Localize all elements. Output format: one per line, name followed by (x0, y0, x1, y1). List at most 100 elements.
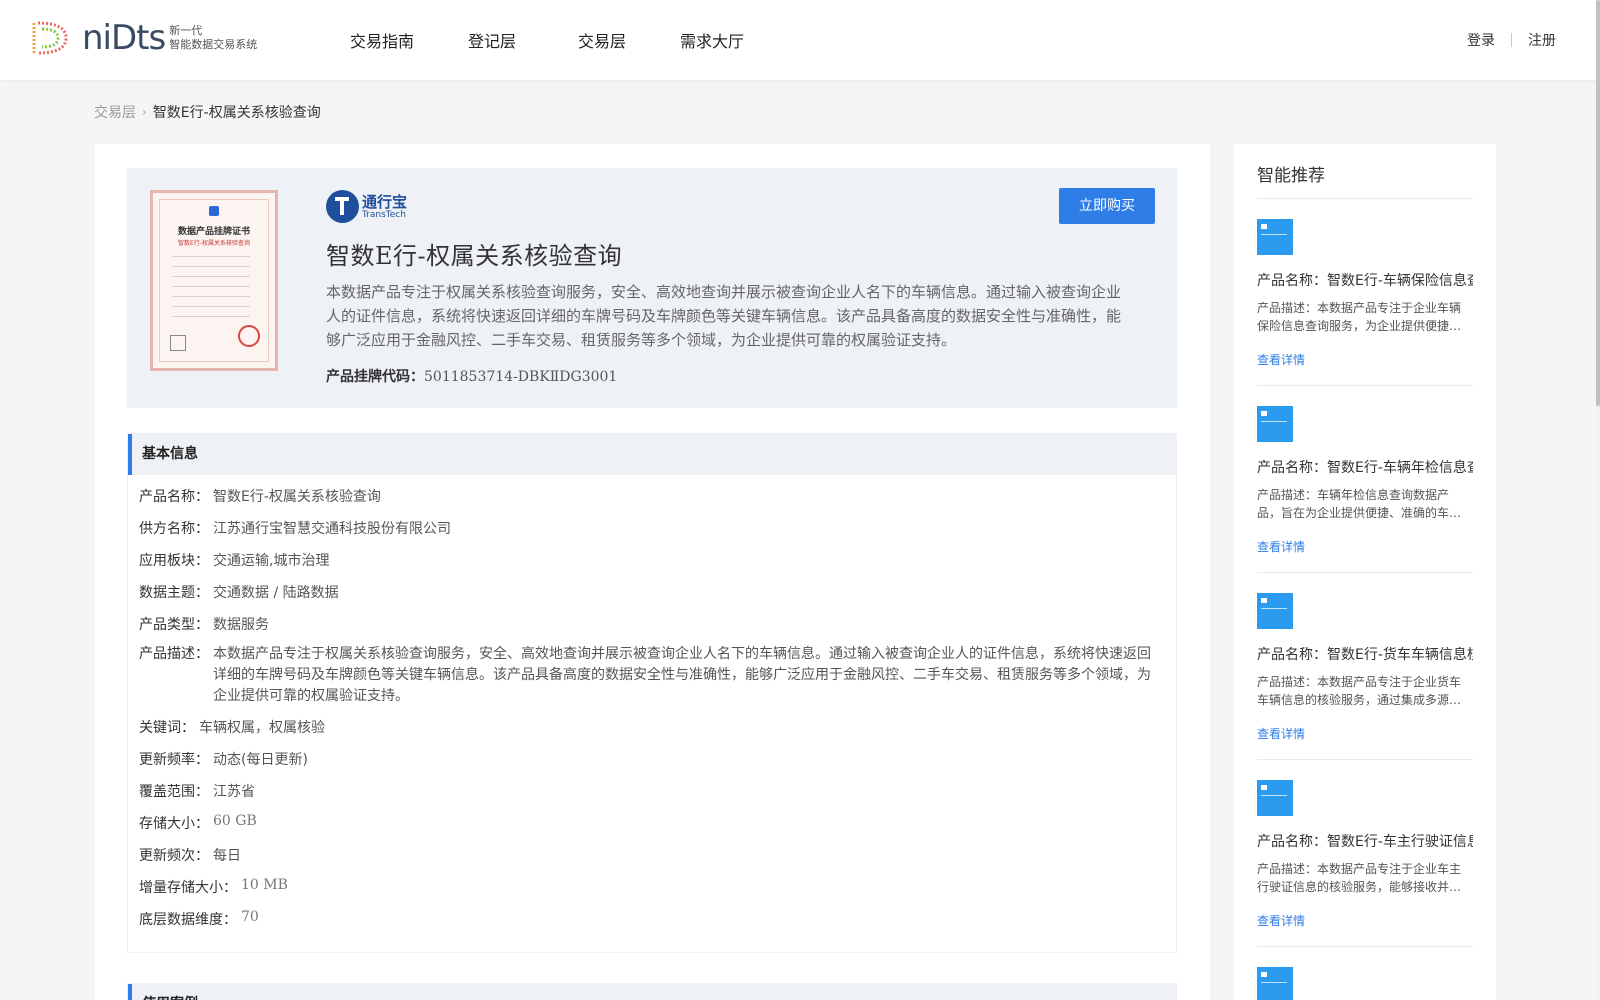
info-value: 车辆权属，权属核验 (199, 720, 325, 736)
info-key: 产品名称： (139, 489, 209, 505)
recommendation-name[interactable]: 产品名称：智数E行-车主行驶证信息核验 (1257, 831, 1473, 851)
recommendation-desc: 产品描述：车辆年检信息查询数据产品，旨在为企业提供便捷、准确的车… (1257, 488, 1462, 520)
qr-code-icon (170, 335, 186, 351)
recommendation-thumbnail[interactable] (1257, 406, 1293, 442)
breadcrumb-current: 智数E行-权属关系核验查询 (152, 105, 321, 121)
certificate-body: 数据产品挂牌证书 智数E行-权属关系核验查询 (159, 199, 269, 362)
register-link[interactable]: 注册 (1528, 30, 1556, 50)
product-description: 本数据产品专注于权属关系核验查询服务，安全、高效地查询并展示被查询企业人名下的车… (326, 283, 1122, 349)
nav-item-trade-guide[interactable]: 交易指南 (350, 28, 414, 52)
nav-item-trade-layer[interactable]: 交易层 (578, 28, 626, 52)
info-value: 交通数据 / 陆路数据 (213, 585, 339, 601)
info-value: 每日 (213, 848, 241, 864)
breadcrumb-parent[interactable]: 交易层 (94, 102, 136, 122)
recommendation-thumbnail[interactable] (1257, 780, 1293, 816)
certificate-subtitle: 智数E行-权属关系核验查询 (178, 240, 250, 247)
info-row-update-times: 更新频次： 每日 (139, 845, 241, 865)
info-value: 数据服务 (213, 617, 269, 633)
recommendation-thumbnail[interactable] (1257, 967, 1293, 1000)
logo-sub-line-2: 智能数据交易系统 (169, 38, 258, 51)
recommendation-name[interactable]: 产品名称：智数E行-车辆保险信息查询 (1257, 270, 1473, 290)
info-key: 覆盖范围： (139, 784, 209, 800)
view-details-link[interactable]: 查看详情 (1257, 725, 1305, 742)
certificate-title: 数据产品挂牌证书 (177, 227, 250, 237)
red-seal-icon (238, 325, 260, 347)
recommendation-name[interactable]: 产品名称：智数E行-货车车辆信息核验 (1257, 644, 1473, 664)
product-detail-panel: 数据产品挂牌证书 智数E行-权属关系核验查询 通行宝 TransTech 智数E… (95, 144, 1210, 1000)
nav-item-registry-layer[interactable]: 登记层 (468, 28, 516, 52)
info-row-incremental-size: 增量存储大小： 10 MB (139, 877, 288, 897)
info-row-product-name: 产品名称： 智数E行-权属关系核验查询 (139, 486, 381, 506)
certificate-line (172, 276, 250, 277)
transtech-logo-icon (326, 190, 359, 223)
sidebar-divider (1257, 946, 1473, 947)
logo-stroke (340, 197, 344, 215)
info-row-data-dimensions: 底层数据维度： 70 (139, 909, 259, 929)
sidebar-divider (1257, 385, 1473, 386)
info-value: 智数E行-权属关系核验查询 (213, 489, 381, 505)
page-scrollbar[interactable] (1596, 0, 1600, 1000)
info-row-data-theme: 数据主题： 交通数据 / 陆路数据 (139, 582, 339, 602)
sidebar-divider (1257, 572, 1473, 573)
info-value: 江苏通行宝智慧交通科技股份有限公司 (213, 521, 451, 537)
chevron-right-icon: › (142, 105, 147, 119)
recommendation-desc: 产品描述：本数据产品专注于企业车主行驶证信息的核验服务，能够接收并… (1257, 862, 1462, 894)
info-key: 关键词： (139, 720, 195, 736)
info-key: 数据主题： (139, 585, 209, 601)
recommendation-name[interactable]: 产品名称：智数E行-车辆年检信息查询 (1257, 457, 1473, 477)
certificate-image[interactable]: 数据产品挂牌证书 智数E行-权属关系核验查询 (150, 190, 278, 371)
certificate-line (172, 256, 250, 257)
info-value: 10 MB (241, 877, 288, 893)
sidebar-divider (1257, 759, 1473, 760)
listing-code-label: 产品挂牌代码： (326, 369, 424, 385)
recommendation-sidebar: 智能推荐 产品名称：智数E行-车辆保险信息查询 产品描述：本数据产品专注于企业车… (1234, 144, 1496, 1000)
info-key: 产品类型： (139, 617, 209, 633)
breadcrumb: 交易层 › 智数E行-权属关系核验查询 (94, 102, 321, 122)
info-value: 本数据产品专注于权属关系核验查询服务，安全、高效地查询并展示被查询企业人名下的车… (213, 646, 1151, 704)
recommendation-thumbnail[interactable] (1257, 219, 1293, 255)
info-row-keywords: 关键词： 车辆权属，权属核验 (139, 717, 325, 737)
auth-divider (1511, 33, 1512, 47)
site-logo[interactable]: niDts 新一代 智能数据交易系统 (30, 18, 257, 58)
brand-name-cn: 通行宝 (362, 192, 408, 211)
top-navbar: niDts 新一代 智能数据交易系统 交易指南 登记层 交易层 需求大厅 登录 … (0, 0, 1596, 80)
view-details-link[interactable]: 查看详情 (1257, 351, 1305, 368)
certificate-line (172, 286, 250, 287)
info-key: 产品描述： (139, 646, 209, 662)
info-value: 江苏省 (213, 784, 255, 800)
sidebar-divider (1257, 198, 1473, 199)
scrollbar-thumb[interactable] (1596, 0, 1600, 406)
info-key: 底层数据维度： (139, 912, 237, 928)
brand-text: 通行宝 TransTech (362, 194, 407, 220)
product-hero: 数据产品挂牌证书 智数E行-权属关系核验查询 通行宝 TransTech 智数E… (127, 168, 1177, 408)
info-value: 交通运输,城市治理 (213, 553, 330, 569)
certificate-emblem-icon (209, 206, 219, 216)
logo-subtitle: 新一代 智能数据交易系统 (169, 24, 257, 52)
logo-mark-icon (32, 21, 68, 55)
certificate-line (172, 316, 250, 317)
info-row-supplier: 供方名称： 江苏通行宝智慧交通科技股份有限公司 (139, 518, 451, 538)
brand-name-en: TransTech (362, 209, 406, 220)
product-listing-code: 产品挂牌代码：5011853714-DBKⅡDG3001 (326, 366, 617, 386)
info-key: 更新频率： (139, 752, 209, 768)
nav-item-demand-hall[interactable]: 需求大厅 (680, 28, 744, 52)
info-value: 动态(每日更新) (213, 752, 308, 768)
info-row-sector: 应用板块： 交通运输,城市治理 (139, 550, 329, 570)
login-link[interactable]: 登录 (1467, 30, 1495, 50)
info-row-product-type: 产品类型： 数据服务 (139, 614, 269, 634)
info-row-storage-size: 存储大小： 60 GB (139, 813, 257, 833)
logo-sub-line-1: 新一代 (169, 24, 203, 37)
logo-wordmark: niDts (82, 18, 166, 58)
recommendation-title: 智能推荐 (1257, 166, 1325, 186)
basic-info-section: 基本信息 产品名称： 智数E行-权属关系核验查询 供方名称： 江苏通行宝智慧交通科技… (127, 433, 1177, 953)
view-details-link[interactable]: 查看详情 (1257, 912, 1305, 929)
view-details-link[interactable]: 查看详情 (1257, 538, 1305, 555)
recommendation-desc: 产品描述：本数据产品专注于企业车辆保险信息查询服务，为企业提供便捷… (1257, 301, 1462, 333)
info-value: 70 (241, 909, 259, 925)
info-key: 应用板块： (139, 553, 209, 569)
main-nav: 交易指南 登记层 交易层 需求大厅 (350, 0, 744, 80)
recommendation-thumbnail[interactable] (1257, 593, 1293, 629)
certificate-line (172, 266, 250, 267)
info-key: 供方名称： (139, 521, 209, 537)
buy-now-button[interactable]: 立即购买 (1059, 188, 1155, 224)
